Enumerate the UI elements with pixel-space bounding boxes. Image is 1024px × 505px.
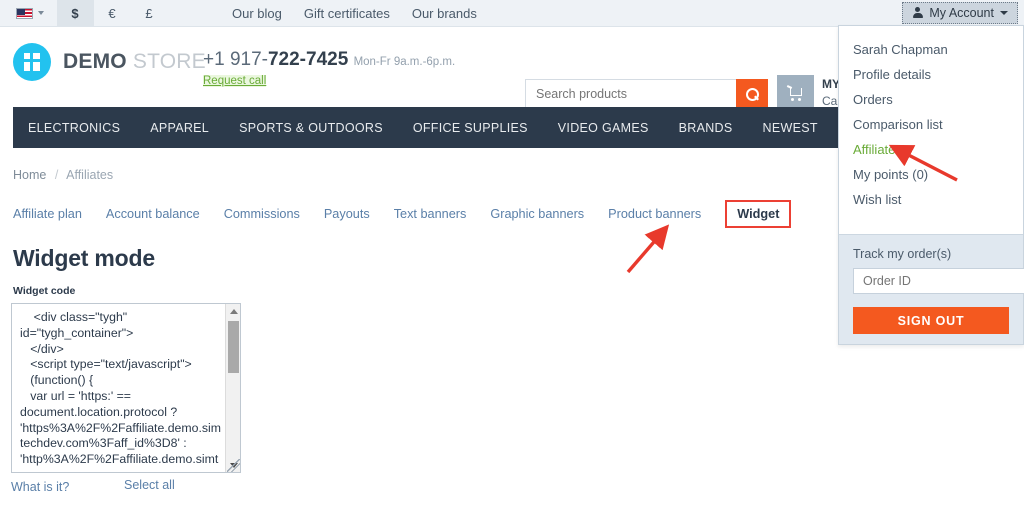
- logo-text: DEMO STORE: [63, 50, 206, 74]
- order-id-input[interactable]: [853, 268, 1024, 294]
- logo-mark-icon: [13, 43, 51, 81]
- person-icon: [912, 7, 923, 19]
- tab-widget[interactable]: Widget: [725, 200, 792, 228]
- track-order-label: Track my order(s): [853, 247, 952, 261]
- menu-item-orders[interactable]: Orders: [839, 87, 1023, 112]
- tab-commissions[interactable]: Commissions: [224, 207, 300, 221]
- search-icon: [745, 87, 759, 101]
- top-links: Our blog Gift certificates Our brands: [232, 0, 477, 26]
- shopping-cart-icon: [786, 85, 804, 101]
- nav-item-brands[interactable]: BRANDS: [664, 121, 748, 135]
- menu-item-comparison-list[interactable]: Comparison list: [839, 112, 1023, 137]
- currency-eur[interactable]: €: [94, 0, 131, 26]
- store-hours: Mon-Fr 9a.m.-6p.m.: [353, 56, 456, 68]
- tab-affiliate-plan[interactable]: Affiliate plan: [13, 207, 82, 221]
- page-root: $ € £ Our blog Gift certificates Our bra…: [0, 0, 1024, 505]
- phone-bold: 722-7425: [267, 49, 349, 70]
- search-input[interactable]: [525, 79, 736, 109]
- tab-payouts[interactable]: Payouts: [324, 207, 370, 221]
- annotation-arrow-to-widget-tab: [626, 224, 670, 274]
- sign-out-button[interactable]: SIGN OUT: [853, 307, 1009, 334]
- account-dropdown-menu: Sarah Chapman Profile details Orders Com…: [838, 25, 1024, 345]
- nav-item-newest[interactable]: NEWEST: [748, 121, 833, 135]
- breadcrumb-home[interactable]: Home: [13, 168, 46, 182]
- menu-item-user-name[interactable]: Sarah Chapman: [839, 37, 1023, 62]
- tab-text-banners[interactable]: Text banners: [394, 207, 467, 221]
- search-button[interactable]: [736, 79, 768, 109]
- top-link-our-brands[interactable]: Our brands: [412, 6, 477, 21]
- account-menu-list: Sarah Chapman Profile details Orders Com…: [839, 26, 1023, 220]
- affiliate-tabs: Affiliate plan Account balance Commissio…: [13, 200, 792, 228]
- top-link-gift-certificates[interactable]: Gift certificates: [304, 6, 390, 21]
- menu-item-my-points[interactable]: My points (0): [839, 162, 1023, 187]
- textarea-scrollbar[interactable]: [225, 304, 240, 472]
- request-call-link[interactable]: Request call: [203, 75, 267, 87]
- top-link-our-blog[interactable]: Our blog: [232, 6, 282, 21]
- widget-code-text: <div class="tygh" id="tygh_container"> <…: [20, 310, 222, 467]
- phone-block: +1 917-722-7425 Mon-Fr 9a.m.-6p.m. Reque…: [203, 49, 455, 89]
- chevron-down-icon: [38, 11, 44, 15]
- language-selector[interactable]: [0, 0, 57, 26]
- chevron-down-icon: [1000, 11, 1008, 15]
- search-box: [525, 79, 768, 109]
- widget-code-label: Widget code: [13, 285, 76, 297]
- widget-code-links: What is it? Select all: [11, 478, 243, 496]
- nav-item-office-supplies[interactable]: OFFICE SUPPLIES: [398, 121, 543, 135]
- logo-text-bold: DEMO: [63, 50, 127, 73]
- currency-usd[interactable]: $: [57, 0, 94, 26]
- my-account-button[interactable]: My Account: [902, 2, 1018, 24]
- page-title: Widget mode: [13, 245, 155, 271]
- us-flag-icon: [16, 7, 33, 19]
- tab-product-banners[interactable]: Product banners: [608, 207, 701, 221]
- top-bar: $ € £ Our blog Gift certificates Our bra…: [0, 0, 1024, 27]
- nav-item-video-games[interactable]: VIDEO GAMES: [543, 121, 664, 135]
- track-order-section: Track my order(s) SIGN OUT: [839, 234, 1024, 344]
- nav-item-electronics[interactable]: ELECTRONICS: [13, 121, 135, 135]
- textarea-resize-handle[interactable]: [227, 459, 240, 472]
- breadcrumb-current: Affiliates: [66, 168, 114, 182]
- menu-item-wish-list[interactable]: Wish list: [839, 187, 1023, 212]
- phone-number: +1 917-722-7425 Mon-Fr 9a.m.-6p.m.: [203, 49, 455, 71]
- track-order-form: [853, 268, 1024, 294]
- nav-item-apparel[interactable]: APPAREL: [135, 121, 224, 135]
- select-all-link[interactable]: Select all: [124, 478, 175, 492]
- logo[interactable]: DEMO STORE: [13, 43, 206, 81]
- breadcrumb-separator: /: [54, 168, 59, 182]
- scroll-up-arrow-icon[interactable]: [226, 304, 240, 318]
- currency-gbp[interactable]: £: [131, 0, 168, 26]
- what-is-it-link[interactable]: What is it?: [11, 480, 69, 494]
- tab-graphic-banners[interactable]: Graphic banners: [490, 207, 584, 221]
- widget-code-textarea[interactable]: <div class="tygh" id="tygh_container"> <…: [11, 303, 241, 473]
- nav-item-sports-outdoors[interactable]: SPORTS & OUTDOORS: [224, 121, 398, 135]
- menu-item-profile-details[interactable]: Profile details: [839, 62, 1023, 87]
- logo-text-light: STORE: [132, 50, 206, 73]
- scrollbar-thumb[interactable]: [228, 321, 239, 373]
- tab-account-balance[interactable]: Account balance: [106, 207, 200, 221]
- my-account-label: My Account: [929, 6, 994, 20]
- phone-prefix: +1 917-: [203, 49, 268, 70]
- breadcrumb: Home / Affiliates: [13, 168, 113, 182]
- menu-item-affiliates[interactable]: Affiliates: [839, 137, 1023, 162]
